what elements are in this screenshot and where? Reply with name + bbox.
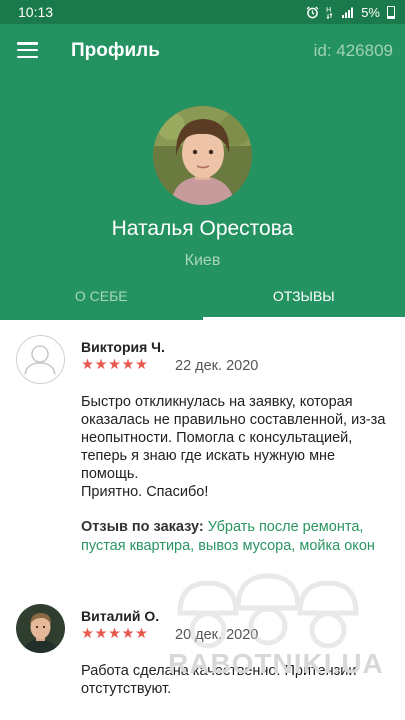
battery-icon — [387, 5, 395, 19]
review-text: Быстро откликнулась на заявку, которая о… — [81, 394, 386, 500]
signal-icon — [342, 7, 354, 18]
status-bar: 10:13 H 5% — [0, 0, 405, 24]
order-label: Отзыв по заказу: — [81, 519, 204, 535]
status-icons: H 5% — [306, 5, 395, 20]
reviewer-avatar — [16, 604, 65, 653]
watermark-text: RABOTNIKI.UA — [168, 648, 384, 679]
status-time: 10:13 — [18, 4, 54, 20]
review-date: 20 дек. 2020 — [175, 627, 259, 643]
profile-name: Наталья Орестова — [111, 217, 294, 240]
review-date: 22 дек. 2020 — [175, 358, 259, 374]
reviewer-name: Виталий О. — [81, 608, 160, 624]
avatar-placeholder-icon — [16, 335, 65, 384]
svg-text:H: H — [326, 6, 331, 14]
profile-tabs: О СЕБЕ ОТЗЫВЫ — [0, 282, 405, 320]
battery-percent: 5% — [361, 4, 380, 20]
menu-icon[interactable] — [17, 42, 38, 59]
rating-stars: ★★★★★ — [81, 357, 149, 373]
alarm-icon — [306, 5, 319, 18]
profile-avatar — [153, 106, 252, 205]
reviewer-name: Виктория Ч. — [81, 339, 165, 355]
profile-id: id: 426809 — [313, 41, 393, 60]
rating-stars: ★★★★★ — [81, 626, 149, 642]
review-order: Отзыв по заказу: Убрать после ремонта, п… — [81, 518, 386, 556]
tab-about[interactable]: О СЕБЕ — [0, 282, 203, 320]
network-h-icon: H — [326, 6, 333, 19]
page-title: Профиль — [71, 40, 160, 61]
tab-reviews[interactable]: ОТЗЫВЫ — [202, 282, 405, 320]
app-bar: Профиль id: 426809 — [0, 24, 405, 78]
profile-header: Профиль id: 426809 Наталья Орестова Киев… — [0, 24, 405, 320]
profile-city: Киев — [184, 252, 221, 269]
